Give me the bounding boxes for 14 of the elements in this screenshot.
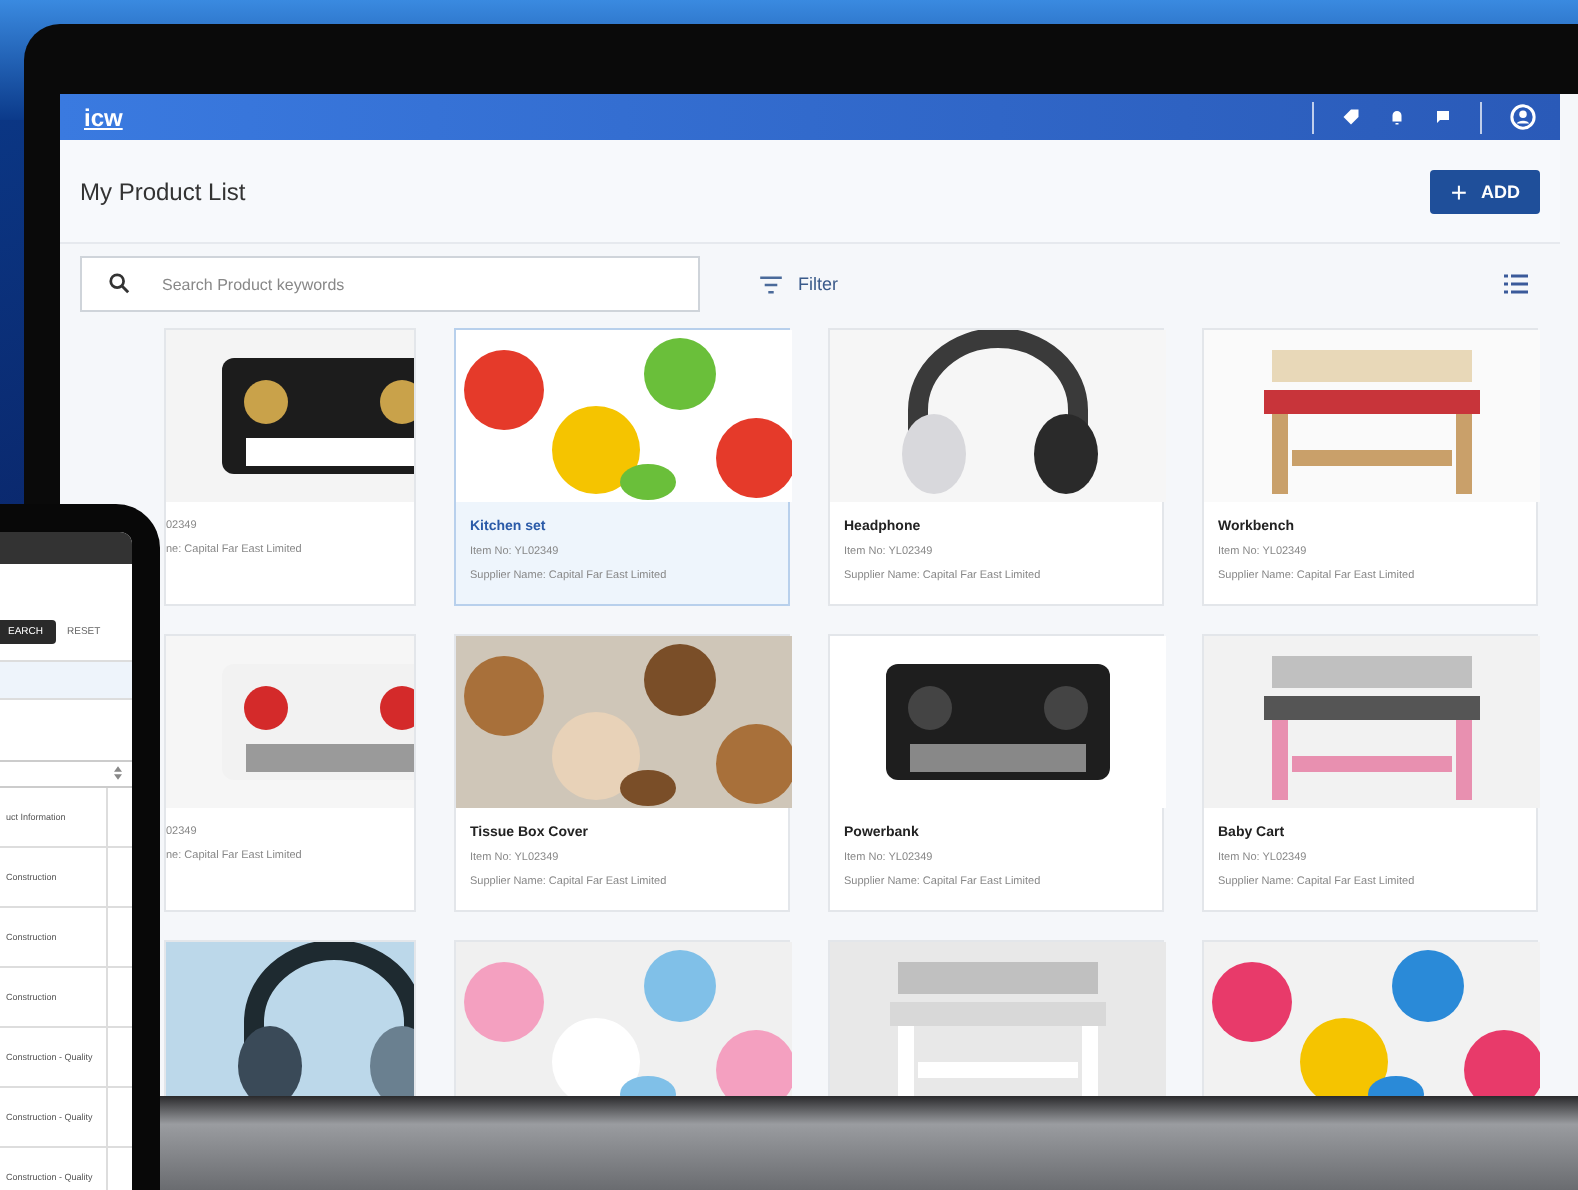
search-icon	[108, 272, 130, 294]
account-icon[interactable]	[1510, 104, 1536, 130]
page-title: My Product List	[80, 177, 246, 205]
list-view-icon[interactable]	[1504, 274, 1528, 294]
tag-icon[interactable]	[1342, 108, 1360, 126]
logo: icw	[84, 103, 123, 131]
add-button[interactable]: + ADD	[1430, 169, 1540, 213]
sort-icon	[114, 766, 122, 780]
search-field[interactable]: Search Product keywords	[80, 256, 700, 312]
filter-button[interactable]: Filter	[748, 272, 850, 296]
bell-icon[interactable]	[1388, 108, 1406, 126]
filter-band	[0, 662, 132, 700]
tablet-top-bar	[0, 532, 132, 564]
filter-icon	[760, 275, 782, 293]
